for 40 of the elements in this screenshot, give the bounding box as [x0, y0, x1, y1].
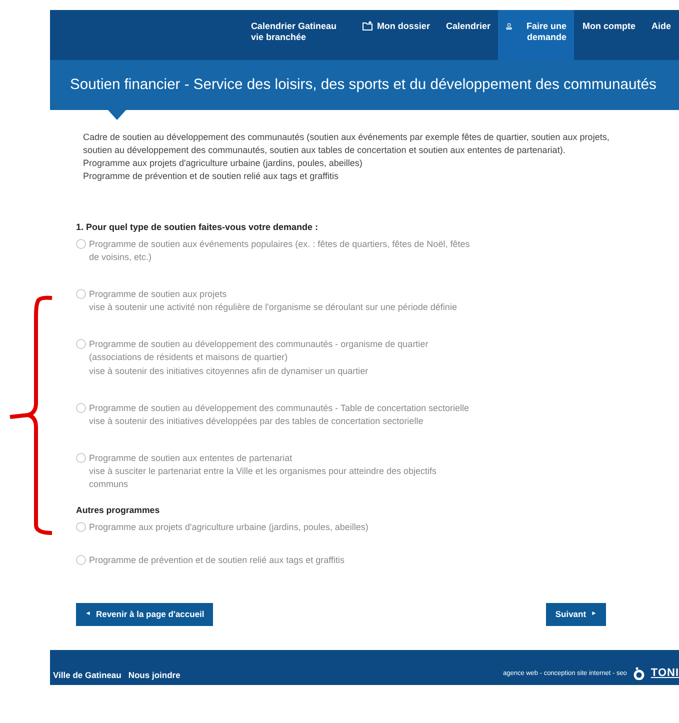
nav-link[interactable]: Mon dossier	[354, 10, 438, 60]
page-title: Soutien financier - Service des loisirs, des sports et du développement des communautés	[70, 77, 656, 93]
radio-button[interactable]	[76, 452, 86, 463]
radio-option[interactable]: Programme de soutien aux projets vise à soutenir une activité non régulière de l'organisme se déroulant sur une période définie	[76, 288, 471, 314]
radio-button[interactable]	[76, 522, 86, 532]
option-label: Programme de prévention et de soutien relié aux tags et graffitis	[89, 554, 344, 567]
intro-text: Programme aux projets d'agriculture urbaine (jardins, poules, abeilles)	[83, 157, 364, 170]
nav-link[interactable]: Calendrier	[438, 10, 498, 60]
option-label: Programme de soutien au développement des communautés - organisme de quartier (associations de résidents et maisons de quartier)	[89, 338, 430, 364]
folder-icon	[362, 21, 373, 31]
section-heading: Autres programmes	[76, 504, 161, 517]
radio-option[interactable]: Programme aux projets d'agriculture urbaine (jardins, poules, abeilles)	[76, 520, 471, 534]
option-label: Programme de soutien aux projets	[89, 288, 228, 302]
radio-button[interactable]	[76, 239, 86, 250]
option-description: vise à soutenir une activité non régulière de l'organisme se déroulant sur une période définie	[89, 301, 457, 314]
intro-text: Programme de prévention et de soutien relié aux tags et graffitis	[83, 170, 340, 184]
radio-option[interactable]: Programme de soutien au développement des communautés - Table de concertation sectorielle vise à soutenir des initiatives développées par des tables de concertation sectorielle	[76, 402, 471, 428]
question-label: 1. Pour quel type de soutien faites-vous votre demande :	[76, 221, 320, 234]
footer-link[interactable]: Ville de Gatineau	[53, 670, 122, 680]
user-icon	[506, 21, 513, 32]
radio-button[interactable]	[76, 289, 86, 300]
radio-button[interactable]	[76, 339, 86, 350]
option-label: Programme de soutien au développement des communautés - Table de concertation sectorielle	[89, 402, 470, 415]
radio-option[interactable]: Programme de soutien aux ententes de partenariat vise à susciter le partenariat entre la Ville et les organismes pour atteindre des objectifs communs	[76, 452, 471, 491]
intro-text: Cadre de soutien au développement des communautés (soutien aux événements par exemple fêtes de quartier, soutien aux projets, soutien au développement des communautés, soutien aux tables de concertation et soutien aux ententes de partenariat).	[83, 131, 610, 158]
radio-button[interactable]	[76, 402, 86, 413]
nav-link[interactable]: Aide	[643, 10, 679, 60]
logo-icon	[632, 666, 645, 680]
nav-link[interactable]: Mon compte	[574, 10, 644, 60]
option-description: vise à soutenir des initiatives développées par des tables de concertation sectorielle	[89, 414, 424, 428]
radio-option[interactable]: Programme de prévention et de soutien relié aux tags et graffitis	[76, 554, 471, 567]
footer-link[interactable]: Nous joindre	[128, 670, 180, 680]
option-description: vise à soutenir des initiatives citoyennes afin de dynamiser un quartier	[89, 364, 370, 378]
option-description: vise à susciter le partenariat entre la Ville et les organismes pour atteindre des objectifs communs	[89, 464, 438, 491]
option-label: Programme de soutien aux ententes de partenariat	[89, 452, 294, 465]
nav-link[interactable]: Faire une demande	[498, 10, 574, 60]
nav-link[interactable]: Calendrier Gatineau vie branchée	[242, 10, 354, 60]
radio-button[interactable]	[76, 554, 86, 565]
agency-logo: TONI	[650, 667, 679, 680]
option-label: Programme aux projets d'agriculture urbaine (jardins, poules, abeilles)	[89, 520, 368, 534]
